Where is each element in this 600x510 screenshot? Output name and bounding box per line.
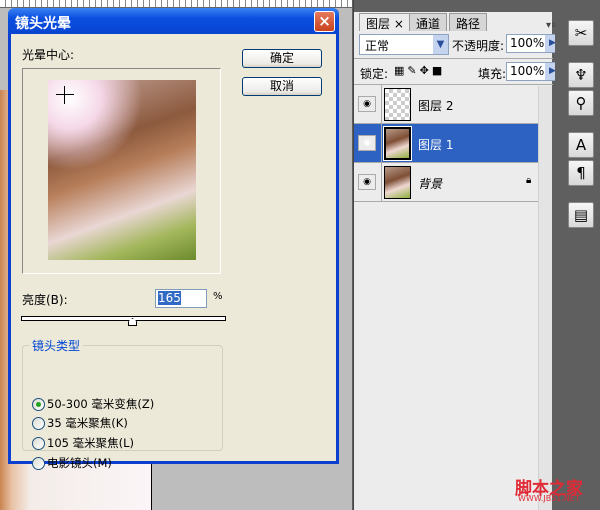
brush-presets-icon[interactable]: ♆: [568, 62, 594, 88]
layer-row[interactable]: ◉ 图层 2: [354, 85, 549, 124]
radio-button[interactable]: [32, 416, 45, 430]
radio-button-checked[interactable]: [32, 397, 45, 411]
brightness-input[interactable]: 165: [155, 289, 207, 308]
opacity-label: 不透明度:: [452, 39, 505, 53]
layer-row-selected[interactable]: ◉ 图层 1: [354, 124, 549, 163]
lock-icon: 🔒︎: [526, 175, 532, 186]
lock-icons[interactable]: ▦✎✥■: [394, 64, 445, 77]
tab-channels[interactable]: 通道: [409, 13, 448, 31]
lock-move-icon[interactable]: ✥: [420, 64, 432, 77]
blend-mode-select[interactable]: 正常 ▼: [359, 34, 449, 55]
radio-label: 电影镜头(M): [47, 456, 112, 470]
lock-all-icon[interactable]: ■: [432, 64, 445, 77]
layer-thumbnail: [384, 166, 411, 199]
chevron-down-icon[interactable]: ▼: [433, 35, 448, 54]
radio-label: 50-300 毫米变焦(Z): [47, 397, 155, 411]
brightness-value: 165: [158, 291, 181, 305]
radio-movie-prime[interactable]: 电影镜头(M): [32, 455, 112, 471]
lock-transparency-icon[interactable]: ▦: [394, 64, 407, 77]
dialog-title: 镜头光晕: [15, 16, 71, 32]
opacity-input[interactable]: 100% ▶: [506, 34, 561, 53]
radio-35mm[interactable]: 35 毫米聚焦(K): [32, 415, 128, 431]
fill-value: 100%: [510, 64, 545, 78]
paragraph-icon[interactable]: ¶: [568, 160, 594, 186]
layer-row[interactable]: ◉ 背景 🔒︎: [354, 163, 549, 202]
lens-type-legend: 镜头类型: [29, 337, 84, 354]
brightness-slider[interactable]: [21, 316, 226, 321]
notes-icon[interactable]: ▤: [568, 202, 594, 228]
ruler: [0, 0, 352, 8]
radio-button[interactable]: [32, 456, 45, 470]
radio-button[interactable]: [32, 436, 45, 450]
brightness-label: 亮度(B):: [22, 293, 68, 307]
crosshair-icon[interactable]: [56, 86, 74, 104]
lens-flare-dialog: 镜头光晕 × 光晕中心: 确定 取消 亮度(B): 165 % 镜头类型 50-…: [8, 8, 339, 470]
blend-mode-value: 正常: [365, 39, 390, 53]
lock-brush-icon[interactable]: ✎: [407, 64, 419, 77]
layers-panel: 图层 × 通道 路径 ▾≡ 正常 ▼ 不透明度: 100% ▶ 锁定: ▦✎✥■ 填…: [353, 0, 561, 510]
fill-input[interactable]: 100% ▶: [506, 62, 561, 81]
radio-label: 35 毫米聚焦(K): [47, 416, 128, 430]
flare-center-label: 光晕中心:: [22, 48, 75, 62]
radio-label: 105 毫米聚焦(L): [47, 436, 134, 450]
tab-paths[interactable]: 路径: [449, 13, 488, 31]
layer-thumbnail: [384, 88, 411, 121]
opacity-value: 100%: [510, 36, 545, 50]
lock-label: 锁定:: [360, 67, 389, 81]
watermark-url: WWW.JB51.NET: [518, 494, 580, 503]
cancel-button[interactable]: 取消: [242, 77, 322, 96]
ok-button[interactable]: 确定: [242, 49, 322, 68]
radio-50-300mm[interactable]: 50-300 毫米变焦(Z): [32, 396, 154, 412]
eye-icon[interactable]: ◉: [358, 174, 376, 190]
eye-icon[interactable]: ◉: [358, 135, 376, 151]
layer-thumbnail: [383, 126, 412, 161]
radio-105mm[interactable]: 105 毫米聚焦(L): [32, 435, 134, 451]
tools-icon[interactable]: ✂: [568, 20, 594, 46]
dialog-titlebar[interactable]: 镜头光晕 ×: [8, 8, 339, 34]
fill-label: 填充:: [478, 67, 507, 81]
eye-icon[interactable]: ◉: [358, 96, 376, 112]
layer-name: 背景: [418, 177, 443, 191]
brightness-unit: %: [213, 291, 223, 302]
layer-name: 图层 2: [418, 99, 454, 113]
tab-layers[interactable]: 图层 ×: [359, 13, 411, 31]
close-icon[interactable]: ×: [314, 11, 335, 32]
layer-name: 图层 1: [418, 138, 454, 152]
character-icon[interactable]: A: [568, 132, 594, 158]
side-toolbar: ✂ ♆ ⚲ A ¶ ▤: [555, 0, 600, 510]
preview-image[interactable]: [48, 80, 196, 260]
clone-source-icon[interactable]: ⚲: [568, 90, 594, 116]
scrollbar[interactable]: [538, 86, 552, 510]
